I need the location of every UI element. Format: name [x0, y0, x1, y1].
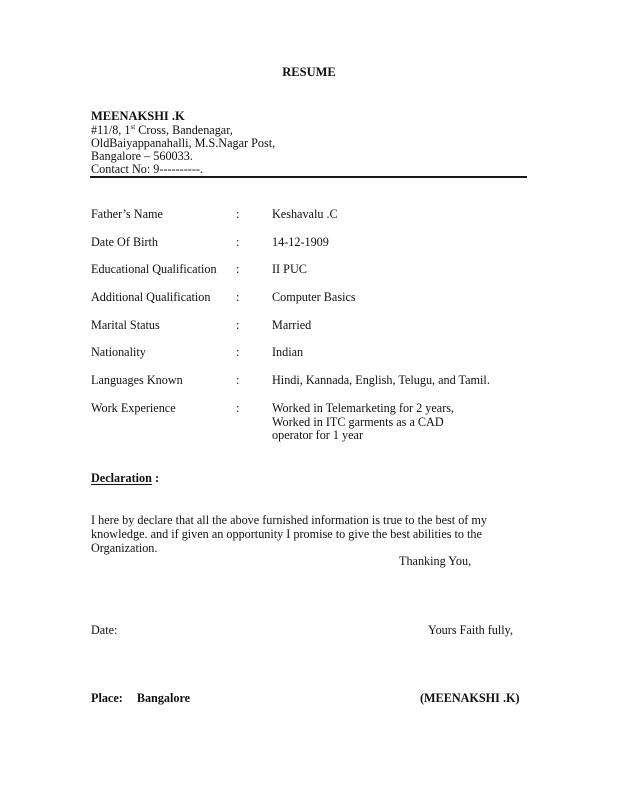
- detail-value: Married: [272, 318, 312, 332]
- address-line-2: OldBaiyappanahalli, M.S.Nagar Post,: [91, 136, 276, 150]
- signature-name: (MEENAKSHI .K): [420, 691, 520, 705]
- header-divider: [90, 176, 527, 178]
- detail-value: Worked in ITC garments as a CAD: [272, 414, 444, 429]
- detail-value: Worked in Telemarketing for 2 years,: [272, 401, 455, 415]
- declaration-line: knowledge. and if given an opportunity I…: [91, 526, 482, 541]
- contact-number: Contact No: 9----------.: [91, 162, 204, 176]
- resume-title: RESUME: [282, 65, 336, 79]
- address-line-1-suffix: Cross, Bandenagar,: [135, 123, 233, 137]
- detail-separator: :: [236, 401, 240, 415]
- detail-value: Keshavalu .C: [272, 207, 338, 221]
- detail-value: Hindi, Kannada, English, Telugu, and Tam…: [272, 373, 490, 387]
- address-line-1: #11/8, 1st Cross, Bandenagar,: [91, 123, 233, 137]
- detail-label: Additional Qualification: [91, 290, 211, 304]
- address-line-3: Bangalore – 560033.: [91, 149, 193, 163]
- declaration-heading-colon: :: [151, 471, 160, 485]
- closing-salutation: Yours Faith fully,: [428, 623, 513, 637]
- detail-separator: :: [236, 373, 240, 387]
- detail-label: Marital Status: [91, 318, 160, 332]
- declaration-heading: Declaration :: [91, 472, 159, 484]
- date-label: Date:: [91, 623, 118, 637]
- place-field: Place: Bangalore: [91, 692, 190, 704]
- applicant-name: MEENAKSHI .K: [91, 109, 185, 123]
- detail-label: Educational Qualification: [91, 262, 217, 276]
- detail-label: Work Experience: [91, 401, 176, 415]
- detail-value: Computer Basics: [272, 290, 356, 304]
- thanking-note: Thanking You,: [399, 554, 472, 568]
- declaration-line: I here by declare that all the above fur…: [91, 513, 487, 527]
- detail-value: 14-12-1909: [272, 235, 329, 249]
- detail-separator: :: [236, 318, 240, 332]
- detail-label: Nationality: [91, 345, 146, 359]
- place-value: Bangalore: [136, 691, 191, 705]
- declaration-paragraph: I here by declare that all the above fur…: [91, 513, 511, 555]
- detail-label: Father’s Name: [91, 207, 163, 221]
- address-line-1-prefix: #11/8, 1: [91, 123, 131, 137]
- detail-separator: :: [236, 235, 240, 249]
- declaration-heading-text: Declaration: [91, 471, 152, 485]
- detail-label: Languages Known: [91, 373, 183, 387]
- detail-label: Date Of Birth: [91, 235, 159, 249]
- detail-separator: :: [236, 290, 240, 304]
- detail-separator: :: [236, 207, 240, 221]
- place-label: Place:: [91, 691, 123, 705]
- detail-value: operator for 1 year: [272, 428, 364, 442]
- detail-value: II PUC: [272, 262, 307, 276]
- detail-separator: :: [236, 262, 240, 276]
- detail-value: Indian: [272, 345, 304, 359]
- detail-separator: :: [236, 345, 240, 359]
